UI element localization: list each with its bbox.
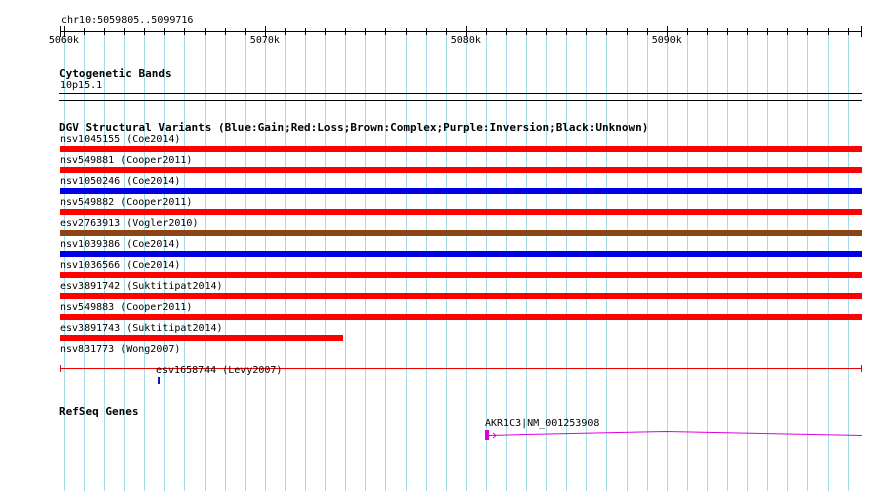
dgv-track-title[interactable]: DGV Structural Variants (Blue:Gain;Red:L…: [59, 121, 648, 134]
variant-label: esv3891742 (Suktitipat2014): [60, 281, 223, 292]
small-variant-feature[interactable]: [158, 377, 160, 384]
cytoband-track-title[interactable]: Cytogenetic Bands: [59, 67, 172, 80]
variant-label: nsv831773 (Wong2007): [60, 344, 181, 355]
ruler-tick-label: 5060k: [48, 35, 79, 46]
variant-feature-loss[interactable]: [60, 146, 862, 152]
refseq-track-title[interactable]: RefSeq Genes: [59, 405, 138, 418]
variant-label: nsv1039386 (Coe2014): [60, 239, 181, 250]
variant-label: nsv549883 (Cooper2011): [60, 302, 193, 313]
cytoband-bottom-line: [59, 100, 862, 101]
variant-feature-complex[interactable]: [60, 230, 862, 236]
variant-label: nsv1045155 (Coe2014): [60, 134, 181, 145]
cytoband-top-line: [59, 93, 862, 94]
small-variant-label: esv1658744 (Levy2007): [156, 365, 283, 376]
variant-feature-loss[interactable]: [60, 293, 862, 299]
variant-feature-loss[interactable]: [60, 314, 862, 320]
gene-intron-line: [488, 430, 863, 436]
variant-label: nsv549881 (Cooper2011): [60, 155, 193, 166]
variant-feature-loss[interactable]: [60, 209, 862, 215]
ruler-tick-label: 5090k: [651, 35, 682, 46]
cytoband-label: 10p15.1: [60, 80, 103, 91]
variant-label: nsv1050246 (Coe2014): [60, 176, 181, 187]
variant-label: esv2763913 (Vogler2010): [60, 218, 199, 229]
position-ruler[interactable]: [0, 24, 890, 38]
variant-feature-loss[interactable]: [60, 167, 862, 173]
ruler-tick-label: 5080k: [450, 35, 481, 46]
variant-feature-line[interactable]: [0, 365, 890, 373]
variant-feature-gain[interactable]: [60, 188, 862, 194]
ruler-tick-label: 5070k: [249, 35, 280, 46]
variant-label: nsv549882 (Cooper2011): [60, 197, 193, 208]
gene-model-akr1c3[interactable]: [0, 426, 890, 444]
variant-feature-loss[interactable]: [60, 335, 343, 341]
variant-label: esv3891743 (Suktitipat2014): [60, 323, 223, 334]
variant-feature-loss[interactable]: [60, 272, 862, 278]
variant-label: nsv1036566 (Coe2014): [60, 260, 181, 271]
gene-exon[interactable]: [485, 430, 489, 440]
variant-feature-gain[interactable]: [60, 251, 862, 257]
